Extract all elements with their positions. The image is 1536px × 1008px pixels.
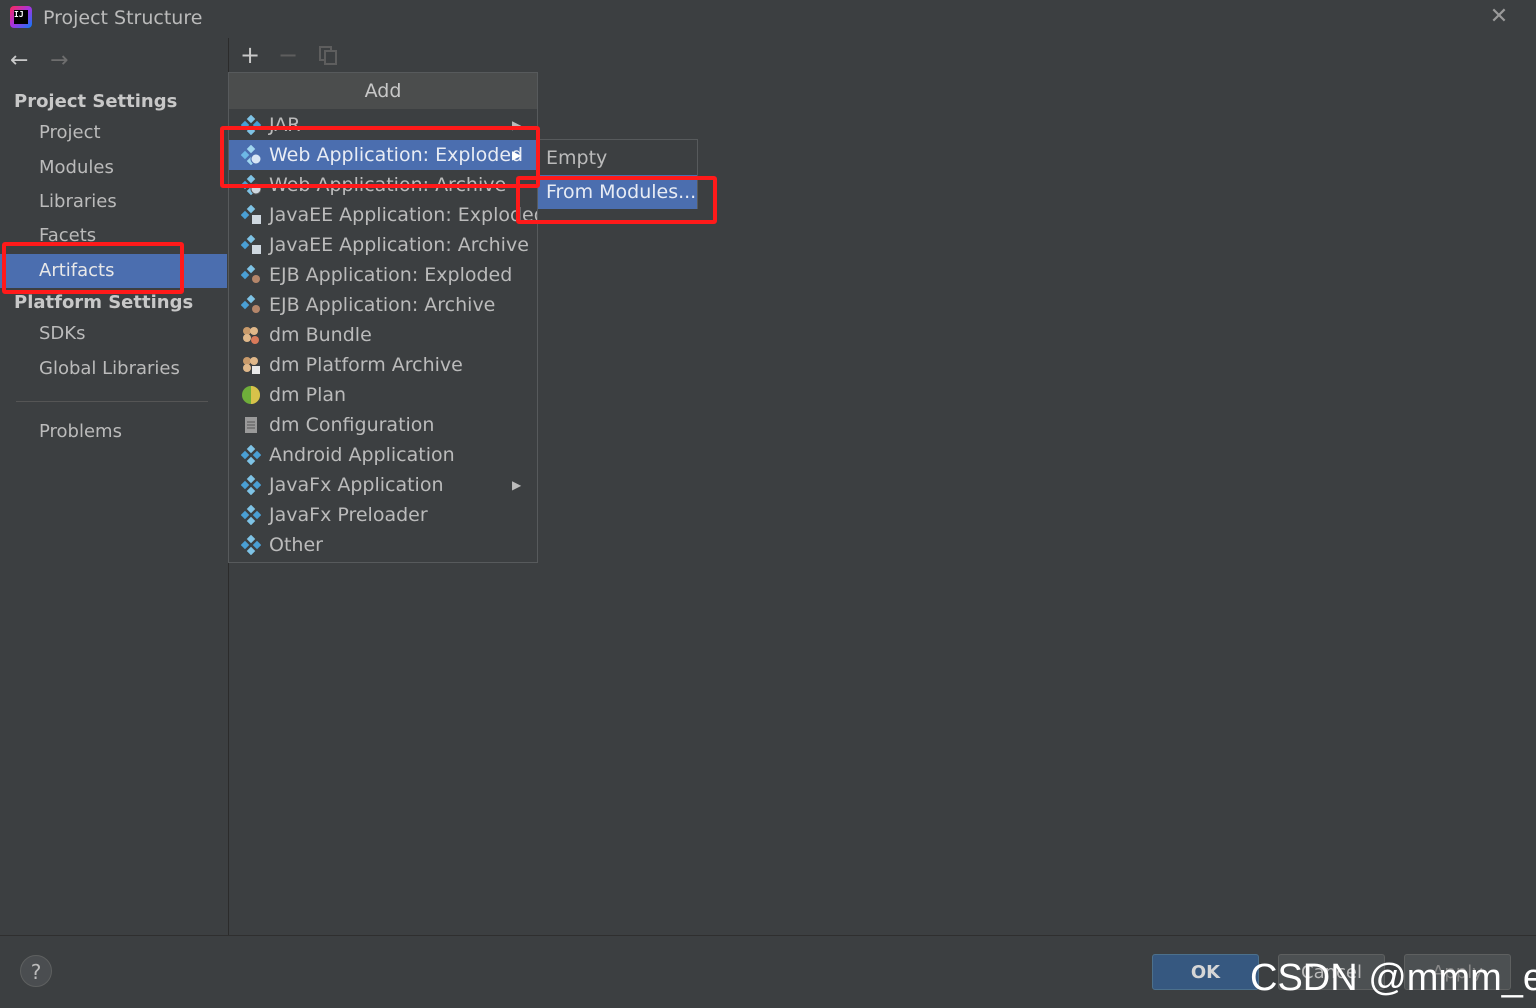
menu-item-ejb-application-archive[interactable]: EJB Application: Archive (229, 290, 537, 320)
menu-item-dm-plan[interactable]: dm Plan (229, 380, 537, 410)
menu-item-label: JavaFx Preloader (269, 504, 428, 526)
forward-arrow-icon[interactable]: → (50, 48, 68, 73)
menu-item-javaee-application-exploded[interactable]: JavaEE Application: Exploded (229, 200, 537, 230)
dm-archive-icon (243, 357, 260, 374)
menu-item-label: Android Application (269, 444, 455, 466)
sidebar-item-modules[interactable]: Modules (0, 151, 227, 185)
sidebar-divider (16, 401, 208, 402)
submenu-item-empty[interactable]: Empty (538, 141, 697, 175)
menu-item-label: dm Platform Archive (269, 354, 463, 376)
dm-plan-globe-icon (242, 386, 260, 404)
ejb-diamond-icon (241, 265, 260, 283)
annotation-box-from-modules (516, 176, 717, 224)
menu-item-label: JavaEE Application: Exploded (269, 204, 537, 226)
annotation-box-web-exploded (220, 126, 540, 188)
annotation-box-artifacts (2, 242, 184, 294)
sidebar-item-sdks[interactable]: SDKs (0, 317, 227, 351)
ok-button[interactable]: OK (1152, 954, 1259, 990)
javaee-diamond-icon (241, 205, 261, 224)
close-icon[interactable]: ✕ (1487, 5, 1511, 29)
menu-item-label: dm Plan (269, 384, 347, 406)
menu-item-android-application[interactable]: Android Application (229, 440, 537, 470)
menu-item-label: EJB Application: Exploded (269, 264, 513, 286)
dm-bundle-icon (243, 327, 259, 344)
title-bar: IJ Project Structure ✕ (0, 0, 1536, 38)
ejb-diamond-icon (241, 295, 260, 313)
diamond-icon (241, 505, 261, 525)
add-icon[interactable]: + (237, 42, 263, 68)
platform-settings-header: Platform Settings (14, 292, 194, 313)
document-icon (245, 417, 257, 433)
sidebar-item-problems[interactable]: Problems (0, 415, 227, 449)
back-arrow-icon[interactable]: ← (10, 48, 28, 73)
menu-item-dm-platform-archive[interactable]: dm Platform Archive (229, 350, 537, 380)
menu-item-javafx-application[interactable]: JavaFx Application ▶ (229, 470, 537, 500)
diamond-icon (241, 535, 261, 555)
sidebar-item-project[interactable]: Project (0, 116, 227, 150)
diamond-icon (241, 445, 261, 465)
remove-icon[interactable]: − (275, 42, 301, 68)
menu-item-ejb-application-exploded[interactable]: EJB Application: Exploded (229, 260, 537, 290)
menu-item-javafx-preloader[interactable]: JavaFx Preloader (229, 500, 537, 530)
menu-item-other[interactable]: Other (229, 530, 537, 560)
sidebar-item-libraries[interactable]: Libraries (0, 185, 227, 219)
help-button[interactable]: ? (20, 955, 52, 987)
menu-item-dm-configuration[interactable]: dm Configuration (229, 410, 537, 440)
diamond-icon (241, 475, 261, 495)
menu-item-javaee-application-archive[interactable]: JavaEE Application: Archive (229, 230, 537, 260)
intellij-app-icon: IJ (10, 6, 32, 28)
copy-icon[interactable] (315, 42, 341, 68)
javaee-diamond-icon (241, 235, 261, 254)
add-menu-title: Add (229, 73, 537, 109)
sidebar: ← → Project Settings Project Modules Lib… (0, 38, 227, 935)
menu-item-label: JavaEE Application: Archive (269, 234, 529, 256)
window-title: Project Structure (43, 7, 203, 29)
menu-item-label: JavaFx Application (269, 474, 444, 496)
submenu-arrow-icon: ▶ (512, 478, 522, 492)
menu-item-label: Other (269, 534, 323, 556)
menu-item-label: EJB Application: Archive (269, 294, 496, 316)
csdn-watermark: CSDN @mmm_e (1250, 957, 1536, 999)
sidebar-item-global-libraries[interactable]: Global Libraries (0, 352, 227, 386)
menu-item-label: dm Bundle (269, 324, 372, 346)
menu-item-label: dm Configuration (269, 414, 435, 436)
menu-item-dm-bundle[interactable]: dm Bundle (229, 320, 537, 350)
project-settings-header: Project Settings (14, 91, 178, 112)
